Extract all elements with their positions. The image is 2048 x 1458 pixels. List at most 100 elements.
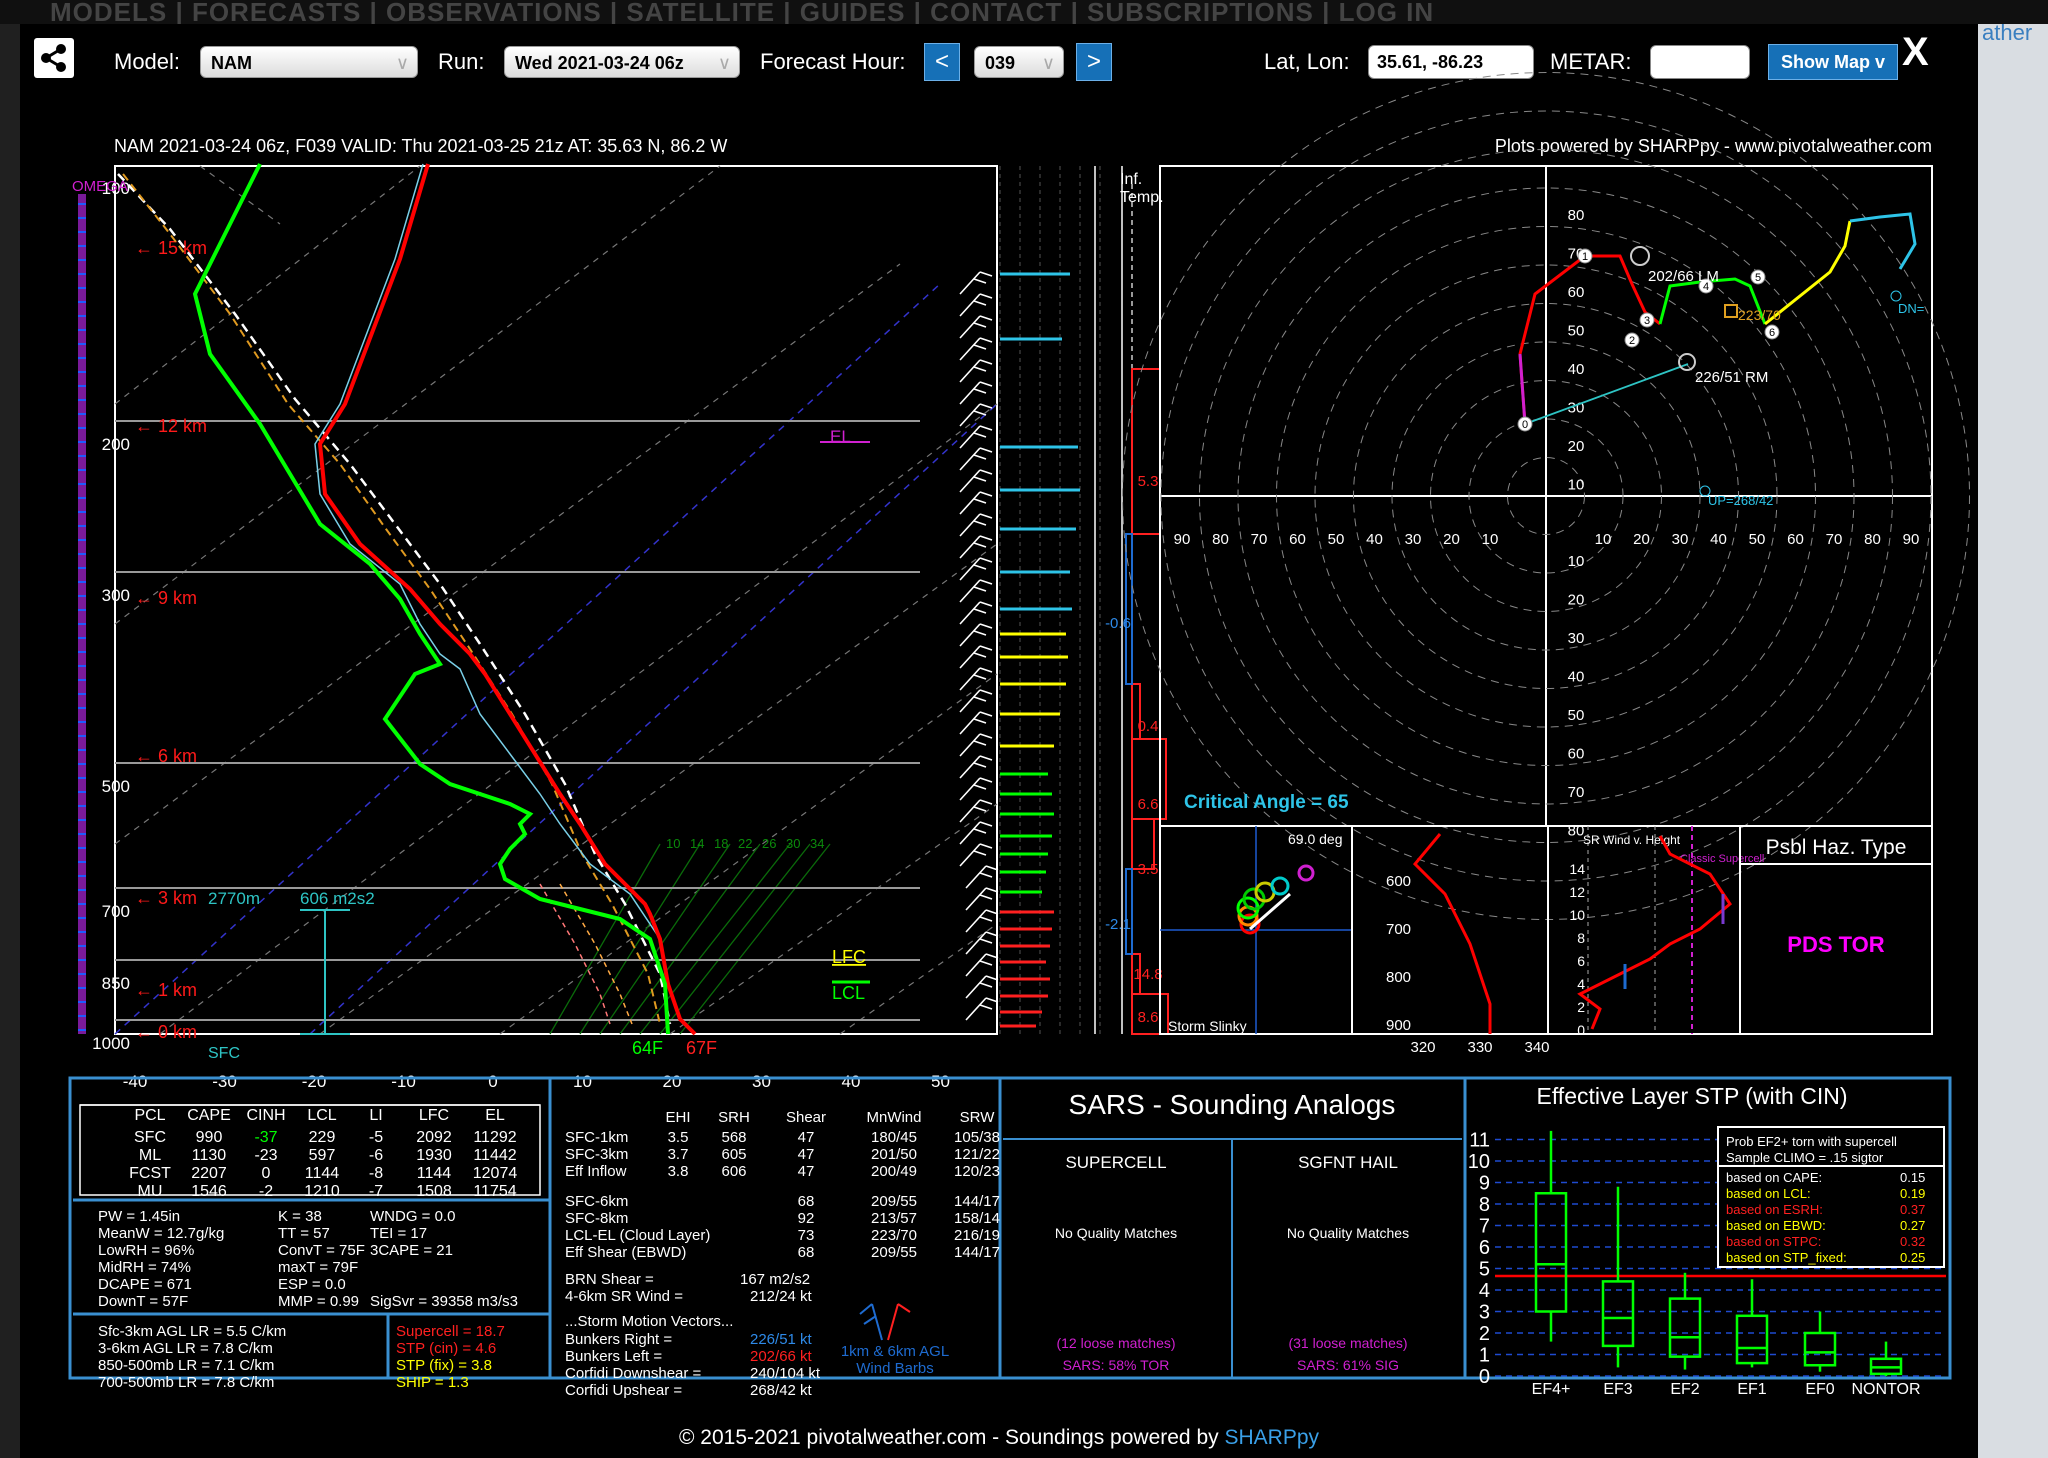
hodo-axis-label: 10 — [1482, 531, 1499, 548]
wind-barb-flag — [979, 381, 993, 387]
wind-barb-flag — [979, 645, 993, 651]
sharppy-link[interactable]: SHARPpy — [1224, 1426, 1319, 1449]
temp-tick-label: -40 — [123, 1072, 148, 1091]
mixing-ratio-label: 18 — [714, 836, 728, 851]
thermo-index: ConvT = 75F — [278, 1242, 365, 1259]
hodo-point-label: 1 — [1582, 251, 1588, 263]
storm-motion-label: Corfidi Upshear = — [565, 1382, 682, 1399]
wind-barb-flag — [979, 403, 993, 409]
stp-prob-label: based on EBWD: — [1726, 1218, 1826, 1233]
wind-barb — [959, 447, 981, 471]
stp-prob-label: based on CAPE: — [1726, 1170, 1822, 1185]
wind-barb — [965, 997, 987, 1021]
wind-barb-flag — [973, 278, 987, 284]
parcel-cell: -23 — [254, 1147, 277, 1164]
thermo-index: MidRH = 74% — [98, 1259, 191, 1276]
parcel-cell: 1546 — [191, 1183, 227, 1200]
kinematic-value: 209/55 — [871, 1193, 917, 1210]
temp-tick-label: -20 — [302, 1072, 327, 1091]
thermo-index: SigSvr = 39358 m3/s3 — [370, 1293, 518, 1310]
kinematic-value: 200/49 — [871, 1163, 917, 1180]
parcel-cell: 12074 — [473, 1165, 518, 1182]
background-map: ather — [1978, 20, 2048, 1458]
parcel-cell: 0 — [262, 1165, 271, 1182]
wind-barb-flag — [973, 300, 987, 306]
sars-hail: SGFNT HAIL — [1298, 1153, 1398, 1172]
stp-prob-value: 0.37 — [1900, 1202, 1925, 1217]
hodo-ring-label: 70 — [1568, 784, 1585, 801]
height-label: ← 15 km — [135, 238, 207, 258]
stp-prob-climo: Sample CLIMO = .15 sigtor — [1726, 1150, 1884, 1165]
wind-barb — [959, 491, 981, 515]
theta-pressure-label: 900 — [1386, 1017, 1411, 1034]
temp-tick-label: 50 — [931, 1072, 950, 1091]
parcel-cell: 11754 — [473, 1183, 516, 1200]
kinematic-value: 47 — [798, 1163, 815, 1180]
parcel-cell: -5 — [369, 1129, 383, 1146]
stp-y-label: 2 — [1479, 1323, 1490, 1345]
hodo-ring-label: 30 — [1568, 630, 1585, 647]
parcel-cell: MU — [138, 1183, 163, 1200]
kinematic-value: 201/50 — [871, 1146, 917, 1163]
composite-index: STP (cin) = 4.6 — [396, 1340, 496, 1357]
wind-barb-flag — [979, 491, 993, 497]
wind-barb — [959, 425, 981, 449]
inftemp-value: 6.6 — [1138, 796, 1159, 813]
wind-barb-flag — [973, 432, 987, 438]
wind-barb — [959, 777, 981, 801]
thermo-index: K = 38 — [278, 1208, 322, 1225]
mixing-ratio-label: 26 — [762, 836, 776, 851]
hodo-axis-label: 70 — [1251, 531, 1268, 548]
background-title: ather — [1982, 20, 2033, 45]
hodo-upshear: UP=268/42 — [1708, 493, 1773, 508]
kinematic-value: 3.8 — [668, 1163, 689, 1180]
hodo-axis-label: 60 — [1787, 531, 1804, 548]
parcel-cell: 2092 — [416, 1129, 452, 1146]
footer: © 2015-2021 pivotalweather.com - Soundin… — [20, 1426, 1978, 1450]
mixing-ratio-label: 34 — [810, 836, 824, 851]
thermo-index: maxT = 79F — [278, 1259, 358, 1276]
composite-index: Supercell = 18.7 — [396, 1323, 505, 1340]
lapse-rate: 3-6km AGL LR = 7.8 C/km — [98, 1340, 273, 1357]
kinematic-value: 121/22 — [954, 1146, 1000, 1163]
parcel-cell: -37 — [254, 1129, 277, 1146]
stp-prob-value: 0.19 — [1900, 1186, 1925, 1201]
kinematic-header: SRH — [718, 1109, 750, 1126]
background-nav: MODELS | FORECASTS | OBSERVATIONS | SATE… — [0, 0, 2048, 24]
srwind-height-label: 10 — [1569, 907, 1585, 923]
wind-barb-flag — [979, 843, 993, 849]
sfc-label: SFC — [208, 1045, 240, 1062]
theta-axis-label: 340 — [1524, 1039, 1549, 1056]
kinematic-label: Eff Inflow — [565, 1163, 627, 1180]
storm-slinky-panel: 69.0 deg Storm Slinky — [1159, 825, 1353, 1035]
wind-barb-flag — [979, 359, 993, 365]
kinematic-value: 73 — [798, 1227, 815, 1244]
srwind-height-label: 0 — [1577, 1022, 1585, 1038]
kinematic-value: 606 — [721, 1163, 746, 1180]
kinematic-value: 213/57 — [871, 1210, 917, 1227]
parcel-header: LI — [369, 1107, 382, 1124]
background-left-sidebar — [0, 24, 20, 1458]
stp-box — [1534, 1192, 1568, 1313]
thermo-index: DownT = 57F — [98, 1293, 188, 1310]
wind-barb-flag — [979, 799, 993, 805]
hodo-ring-label: 20 — [1568, 592, 1585, 609]
kinematic-value: 568 — [721, 1129, 746, 1146]
hodo-axis-label: 30 — [1405, 531, 1422, 548]
sars-supercell-nomatch: No Quality Matches — [1055, 1225, 1177, 1241]
wind-barb-flag — [979, 777, 993, 783]
hodo-axis-label: 20 — [1633, 531, 1650, 548]
hodo-mean-wind: 223/70 — [1738, 307, 1781, 323]
wind-barb — [965, 953, 987, 977]
parcel-cell: 2207 — [191, 1165, 227, 1182]
hodo-axis-label: 20 — [1443, 531, 1460, 548]
hodo-axis-label: 70 — [1826, 531, 1843, 548]
wind-barb-flag — [979, 711, 993, 717]
theta-e-panel: 600 700 800 900 320 330 340 — [1351, 825, 1550, 1056]
wind-barb-flag — [979, 894, 993, 900]
mixing-ratio-label: 22 — [738, 836, 752, 851]
thermo-index: TEI = 17 — [370, 1225, 427, 1242]
wind-barb — [965, 909, 987, 933]
hodo-point-label: 6 — [1769, 327, 1775, 339]
storm-motion-value: 268/42 kt — [750, 1382, 813, 1399]
